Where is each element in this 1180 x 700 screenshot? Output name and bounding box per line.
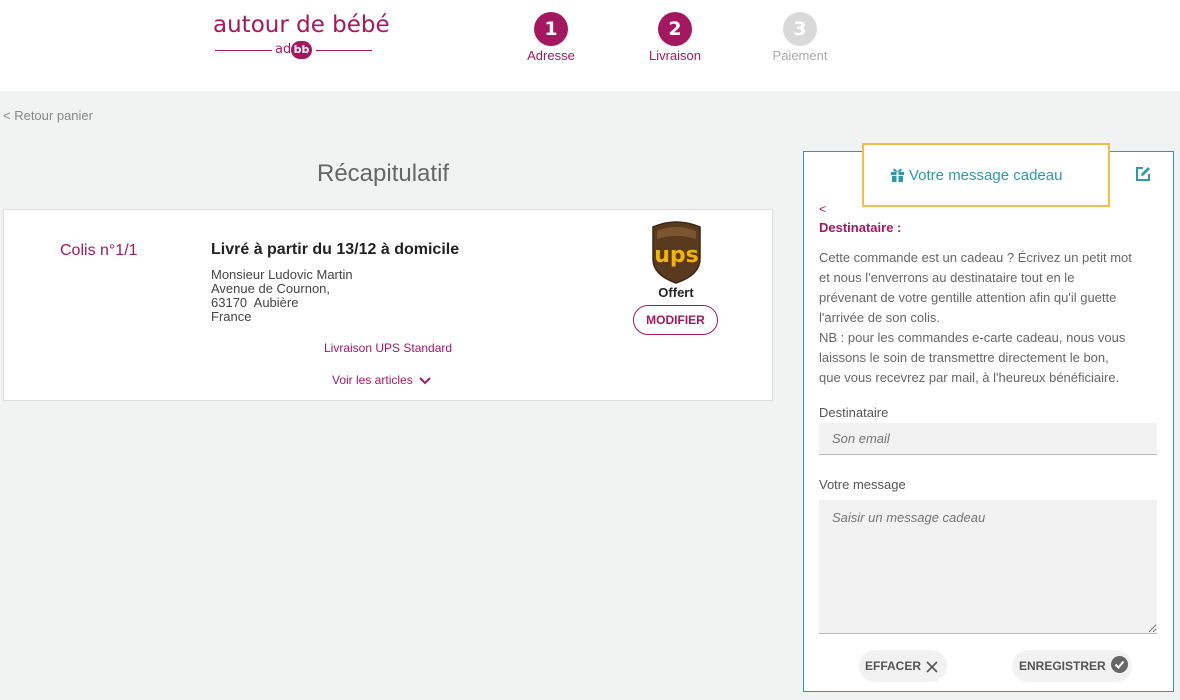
address-line: France <box>211 309 252 324</box>
gift-tab-label: Votre message cadeau <box>909 167 1063 184</box>
step-livraison[interactable]: 2 Livraison <box>630 12 720 63</box>
ups-logo: ups <box>652 221 701 284</box>
logo-divider <box>316 50 372 51</box>
description-line: NB : pour les commandes e-carte cadeau, … <box>819 330 1126 345</box>
modify-shipping-button[interactable]: MODIFIER <box>633 305 718 335</box>
brand-name: autour de bébé <box>213 12 390 38</box>
parcel-card: Colis n°1/1 Livré à partir du 13/12 à do… <box>3 209 773 401</box>
see-items-label: Voir les articles <box>332 373 413 387</box>
recipient-email-input[interactable] <box>819 423 1157 455</box>
see-items-toggle[interactable]: Voir les articles <box>332 373 431 387</box>
logo-badge-bb: bb <box>291 41 312 59</box>
logo-badge-ad: ad <box>275 42 292 57</box>
step-label: Paiement <box>772 48 828 63</box>
gift-tab-title: Votre message cadeau <box>890 167 1062 184</box>
save-button-label: ENREGISTRER <box>1019 659 1106 673</box>
header: autour de bébé ad bb 1 Adresse 2 Livrais… <box>0 0 1180 91</box>
clear-button-label: EFFACER <box>865 659 922 673</box>
address-line: Avenue de Cournon, <box>211 281 331 296</box>
page-title: Récapitulatif <box>317 160 450 187</box>
description-line: et nous l'enverrons au destinataire tout… <box>819 270 1075 285</box>
description-line: prévenant de votre gentille attention af… <box>819 290 1117 305</box>
gift-description: Cette commande est un cadeau ? Écrivez u… <box>819 248 1164 388</box>
description-line: l'arrivée de son colis. <box>819 310 940 325</box>
step-adresse[interactable]: 1 Adresse <box>506 12 596 63</box>
address-line: 63170 Aubière <box>211 295 299 310</box>
close-icon <box>926 661 938 673</box>
chevron-down-icon <box>418 377 431 385</box>
message-label: Votre message <box>819 477 906 492</box>
gift-back-button[interactable]: < <box>819 202 826 216</box>
parcel-number: Colis n°1/1 <box>60 242 138 259</box>
description-line: Cette commande est un cadeau ? Écrivez u… <box>819 250 1132 265</box>
gift-message-panel: Votre message cadeau < Destinataire : Ce… <box>803 143 1174 692</box>
address-line: Monsieur Ludovic Martin <box>211 267 353 282</box>
shipping-price: Offert <box>658 285 694 300</box>
brand-logo[interactable]: autour de bébé ad bb <box>213 12 390 62</box>
gift-message-tab[interactable]: Votre message cadeau <box>862 143 1110 207</box>
clear-button[interactable]: EFFACER <box>859 650 947 682</box>
back-to-cart-link[interactable]: < Retour panier <box>3 108 93 123</box>
recipient-title: Destinataire : <box>819 220 902 235</box>
svg-text:ups: ups <box>654 243 699 268</box>
step-paiement: 3 Paiement <box>755 12 845 63</box>
step-number: 3 <box>783 12 817 46</box>
logo-badge: ad bb <box>273 41 315 59</box>
gift-icon <box>891 168 904 182</box>
delivery-address: Monsieur Ludovic Martin Avenue de Courno… <box>211 268 353 324</box>
step-label: Livraison <box>648 48 702 63</box>
step-number: 2 <box>658 12 692 46</box>
save-button[interactable]: ENREGISTRER <box>1012 650 1132 682</box>
edit-icon[interactable] <box>1135 166 1151 182</box>
gift-message-input[interactable] <box>819 500 1157 634</box>
recipient-label: Destinataire <box>819 405 889 420</box>
delivery-heading: Livré à partir du 13/12 à domicile <box>211 241 460 258</box>
description-line: laissons le soin de transmettre directem… <box>819 350 1109 365</box>
shipping-method: Livraison UPS Standard <box>324 341 453 355</box>
check-circle-icon <box>1110 656 1128 673</box>
description-line: que vous recevrez par mail, à l'heureux … <box>819 370 1120 385</box>
step-number: 1 <box>534 12 568 46</box>
logo-divider <box>215 50 272 51</box>
step-label: Adresse <box>527 48 575 63</box>
